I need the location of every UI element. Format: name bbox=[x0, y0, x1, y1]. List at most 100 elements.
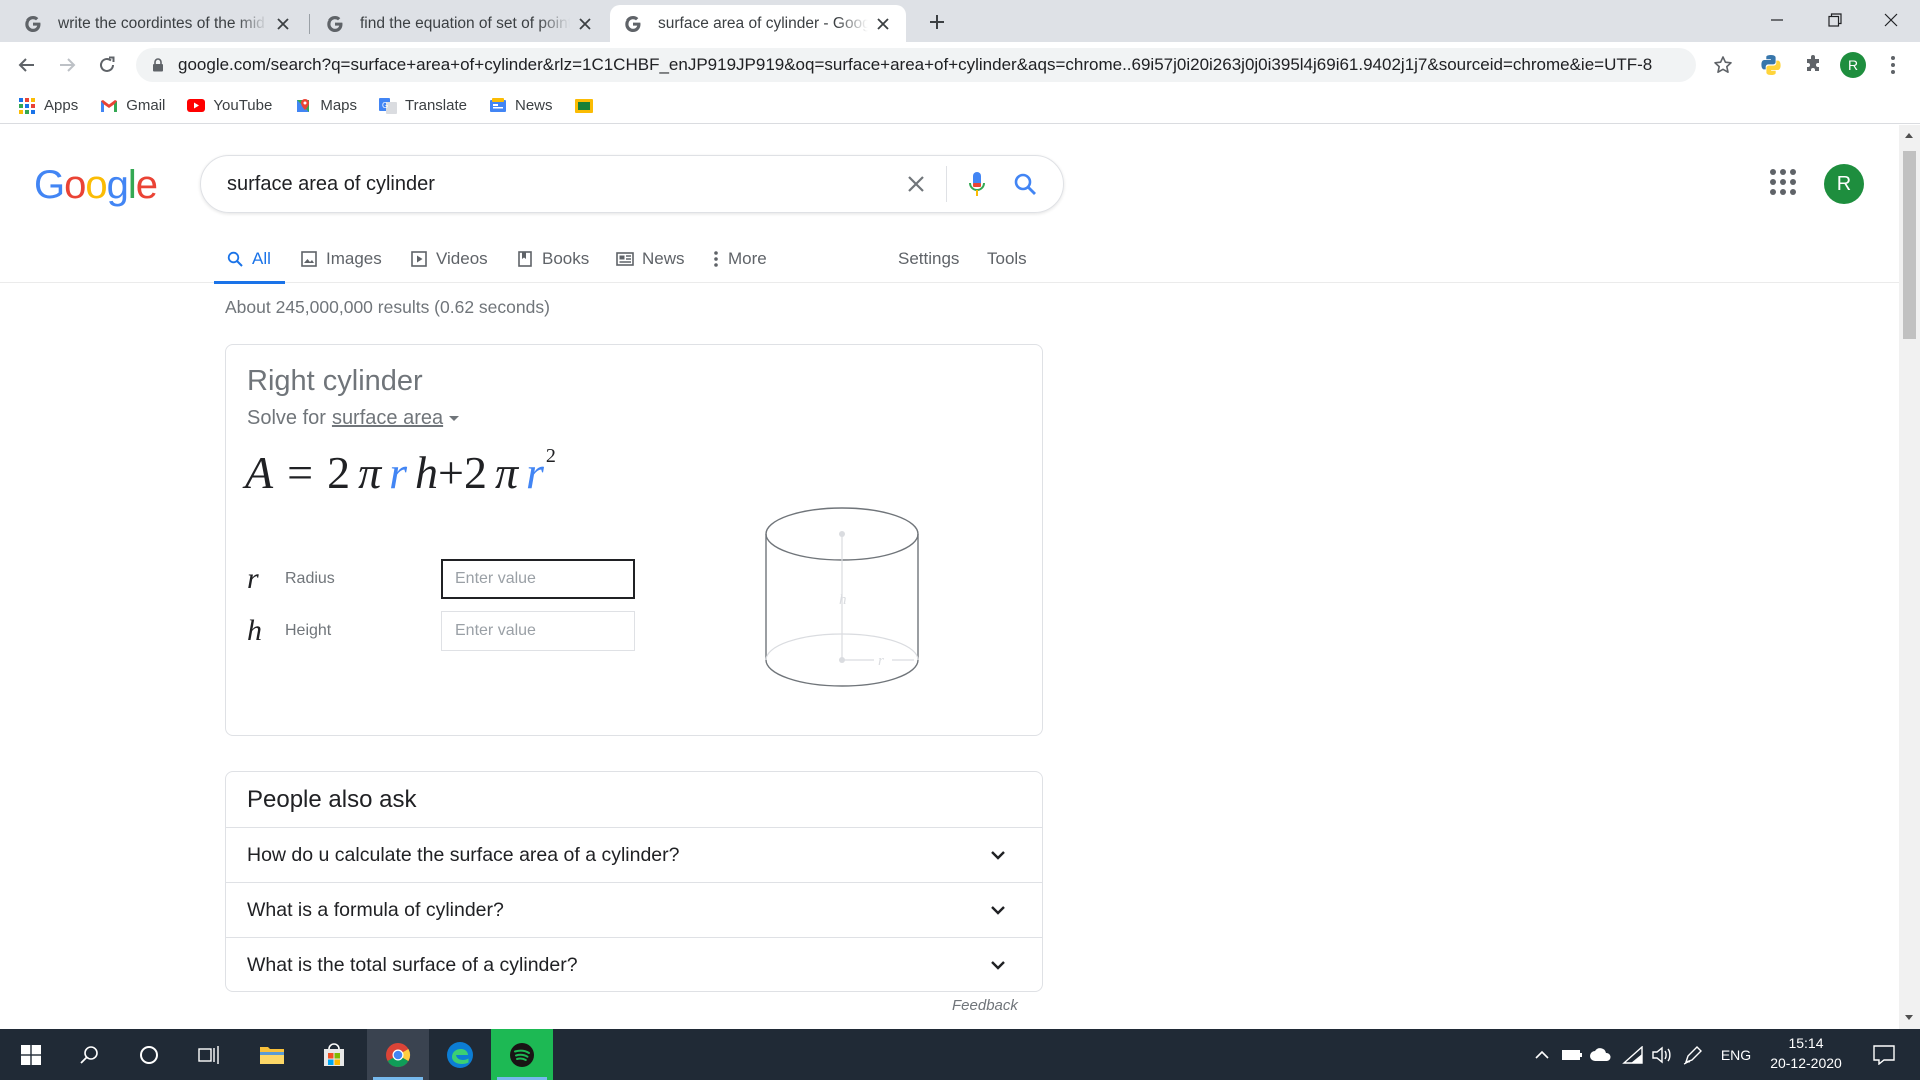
solve-for-row: Solve for surface area bbox=[247, 407, 460, 430]
more-vertical-icon bbox=[1891, 56, 1895, 74]
search-box[interactable]: surface area of cylinder bbox=[200, 155, 1064, 213]
lock-icon[interactable] bbox=[152, 58, 164, 72]
search-query-text[interactable]: surface area of cylinder bbox=[227, 173, 892, 196]
bookmark-youtube[interactable]: YouTube bbox=[187, 97, 272, 115]
google-logo[interactable]: Google bbox=[34, 163, 158, 208]
search-icon bbox=[1014, 173, 1036, 195]
feedback-link[interactable]: Feedback bbox=[952, 997, 1018, 1014]
clock-date: 20-12-2020 bbox=[1770, 1055, 1842, 1071]
search-submit-button[interactable] bbox=[1001, 160, 1049, 208]
clear-search-button[interactable] bbox=[892, 160, 940, 208]
forward-button[interactable] bbox=[50, 48, 84, 82]
caret-down-icon[interactable] bbox=[449, 416, 460, 421]
start-button[interactable] bbox=[0, 1029, 62, 1080]
network-tray-icon[interactable] bbox=[1620, 1029, 1646, 1080]
store-taskbar-button[interactable] bbox=[303, 1029, 365, 1080]
bookmark-maps[interactable]: Maps bbox=[294, 97, 357, 115]
cortana-button[interactable] bbox=[118, 1029, 180, 1080]
tools-link[interactable]: Tools bbox=[987, 235, 1027, 283]
tab-images[interactable]: Images bbox=[300, 235, 382, 283]
reload-button[interactable] bbox=[90, 48, 124, 82]
close-tab-icon[interactable] bbox=[874, 15, 892, 33]
tab-label: Videos bbox=[436, 249, 488, 268]
extensions-button[interactable] bbox=[1796, 48, 1830, 82]
tab-books[interactable]: Books bbox=[516, 235, 589, 283]
bookmark-translate[interactable]: G Translate bbox=[379, 97, 467, 115]
bookmark-apps[interactable]: Apps bbox=[18, 97, 78, 115]
browser-tab-1[interactable]: write the coordintes of the mid p bbox=[10, 5, 306, 42]
solve-for-dropdown[interactable]: surface area bbox=[332, 407, 443, 430]
task-view-icon bbox=[198, 1045, 219, 1064]
show-hidden-icons-button[interactable] bbox=[1530, 1029, 1554, 1080]
close-window-button[interactable] bbox=[1862, 0, 1920, 40]
chevron-down-icon[interactable] bbox=[978, 890, 1018, 930]
chrome-taskbar-button[interactable] bbox=[367, 1029, 429, 1080]
chevron-down-icon[interactable] bbox=[978, 835, 1018, 875]
bookmark-news[interactable]: News bbox=[489, 97, 553, 115]
tab-news[interactable]: News bbox=[616, 235, 685, 283]
search-icon bbox=[226, 250, 244, 268]
play-icon bbox=[410, 250, 428, 268]
scroll-down-arrow-icon[interactable] bbox=[1905, 1015, 1913, 1020]
bookmark-label: Translate bbox=[405, 97, 467, 114]
chevron-down-icon[interactable] bbox=[978, 945, 1018, 985]
scroll-up-arrow-icon[interactable] bbox=[1905, 133, 1913, 138]
page-scrollbar[interactable] bbox=[1899, 125, 1920, 1029]
tab-more[interactable]: More bbox=[712, 235, 767, 283]
onedrive-tray-icon[interactable] bbox=[1588, 1029, 1614, 1080]
news-icon bbox=[489, 97, 507, 115]
action-center-button[interactable] bbox=[1866, 1029, 1902, 1080]
pen-tray-icon[interactable] bbox=[1680, 1029, 1706, 1080]
address-bar[interactable]: google.com/search?q=surface+area+of+cyli… bbox=[136, 48, 1696, 82]
paa-question[interactable]: How do u calculate the surface area of a… bbox=[226, 827, 1042, 882]
volume-tray-icon[interactable] bbox=[1648, 1029, 1674, 1080]
back-button[interactable] bbox=[10, 48, 44, 82]
apps-grid-icon bbox=[18, 97, 36, 115]
edge-taskbar-button[interactable] bbox=[429, 1029, 491, 1080]
formula-radius-variable[interactable]: r bbox=[526, 447, 544, 498]
solve-for-prefix: Solve for bbox=[247, 407, 326, 429]
taskbar-search-button[interactable] bbox=[58, 1029, 120, 1080]
cylinder-calculator-card: Right cylinder Solve for surface area A =… bbox=[225, 344, 1043, 736]
profile-button[interactable]: R bbox=[1836, 48, 1870, 82]
google-apps-button[interactable] bbox=[1768, 167, 1798, 197]
paa-question[interactable]: What is a formula of cylinder? bbox=[226, 882, 1042, 937]
chrome-menu-button[interactable] bbox=[1876, 48, 1910, 82]
bookmark-folder[interactable] bbox=[574, 97, 601, 115]
account-avatar[interactable]: R bbox=[1824, 164, 1864, 204]
scrollbar-thumb[interactable] bbox=[1903, 151, 1916, 339]
tab-videos[interactable]: Videos bbox=[410, 235, 488, 283]
tab-label: Books bbox=[542, 249, 590, 268]
file-explorer-taskbar-button[interactable] bbox=[241, 1029, 303, 1080]
paa-question[interactable]: What is the total surface of a cylinder? bbox=[226, 937, 1042, 991]
formula-radius-variable[interactable]: r bbox=[389, 447, 407, 498]
python-extension-button[interactable] bbox=[1754, 48, 1788, 82]
spotify-icon bbox=[510, 1042, 534, 1067]
bookmark-star-button[interactable] bbox=[1706, 48, 1740, 82]
url-text: google.com/search?q=surface+area+of+cyli… bbox=[178, 55, 1653, 74]
spotify-taskbar-button[interactable] bbox=[491, 1029, 553, 1080]
taskbar-clock[interactable]: 15:14 20-12-2020 bbox=[1758, 1033, 1854, 1073]
result-stats: About 245,000,000 results (0.62 seconds) bbox=[225, 297, 550, 317]
folder-icon bbox=[260, 1046, 284, 1064]
radius-input[interactable] bbox=[441, 559, 635, 599]
bookmark-gmail[interactable]: Gmail bbox=[100, 97, 165, 115]
pen-icon bbox=[1683, 1045, 1702, 1065]
minimize-window-button[interactable] bbox=[1748, 0, 1806, 40]
browser-tab-3-active[interactable]: surface area of cylinder - Google bbox=[610, 5, 906, 42]
close-tab-icon[interactable] bbox=[274, 15, 292, 33]
voice-search-button[interactable] bbox=[953, 160, 1001, 208]
input-language[interactable]: ENG bbox=[1716, 1029, 1756, 1080]
height-input[interactable] bbox=[441, 611, 635, 651]
close-tab-icon[interactable] bbox=[576, 15, 594, 33]
settings-link[interactable]: Settings bbox=[898, 235, 959, 283]
browser-tab-2[interactable]: find the equation of set of points bbox=[312, 5, 608, 42]
bookmark-label: Maps bbox=[320, 97, 358, 114]
task-view-button[interactable] bbox=[178, 1029, 240, 1080]
more-vertical-icon bbox=[712, 250, 720, 268]
bookmark-label: Apps bbox=[44, 97, 79, 114]
restore-window-button[interactable] bbox=[1806, 0, 1864, 40]
battery-tray-icon[interactable] bbox=[1560, 1029, 1584, 1080]
tab-all[interactable]: All bbox=[214, 235, 285, 284]
new-tab-button[interactable] bbox=[923, 8, 951, 36]
